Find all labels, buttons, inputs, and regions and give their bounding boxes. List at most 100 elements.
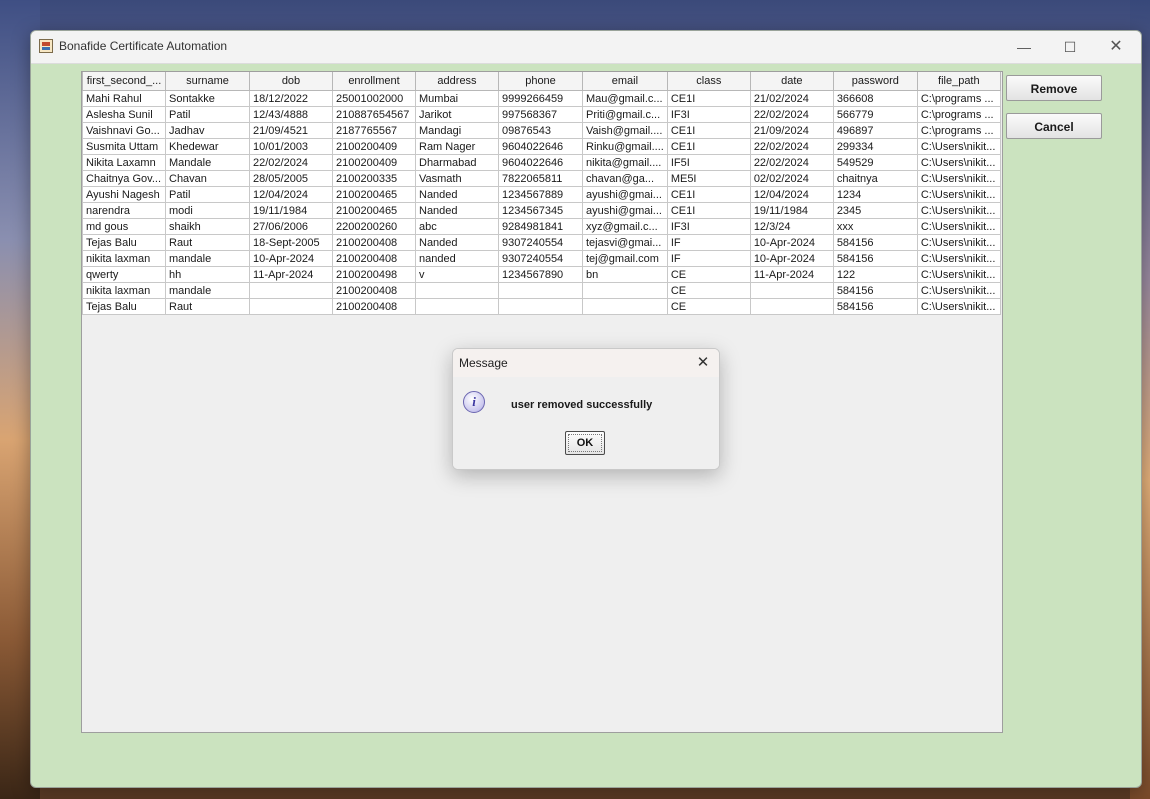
- table-cell[interactable]: [249, 298, 333, 315]
- table-cell[interactable]: CE: [666, 282, 751, 299]
- table-cell[interactable]: 584156: [832, 298, 918, 315]
- table-cell[interactable]: CE: [666, 298, 751, 315]
- table-cell[interactable]: 21/09/4521: [249, 122, 333, 139]
- table-cell[interactable]: IF: [666, 234, 751, 251]
- table-row[interactable]: narendra modi 19/11/1984 2100200465 Nanded 12…: [82, 202, 1001, 219]
- minimize-button[interactable]: —: [1001, 31, 1047, 63]
- table-cell[interactable]: Chavan: [165, 170, 250, 187]
- table-cell[interactable]: 122: [832, 266, 918, 283]
- column-header[interactable]: password: [832, 72, 918, 91]
- table-cell[interactable]: [498, 298, 583, 315]
- table-cell[interactable]: chaitnya: [832, 170, 918, 187]
- table-cell[interactable]: 18-Sept-2005: [249, 234, 333, 251]
- table-cell[interactable]: Tejas Balu: [82, 298, 166, 315]
- table-cell[interactable]: C:\Users\nikit...: [916, 298, 1001, 315]
- table-cell[interactable]: shaikh: [165, 218, 250, 235]
- table-cell[interactable]: C:\Users\nikit...: [916, 202, 1001, 219]
- table-row[interactable]: Chaitnya Gov... Chavan 28/05/2005 210020033…: [82, 170, 1001, 187]
- table-cell[interactable]: C:\Users\nikit...: [916, 138, 1001, 155]
- table-cell[interactable]: xyz@gmail.c...: [582, 218, 668, 235]
- table-cell[interactable]: 21/02/2024: [749, 90, 834, 107]
- column-header[interactable]: date: [749, 72, 834, 91]
- table-cell[interactable]: 566779: [832, 106, 918, 123]
- table-row[interactable]: Nikita Laxamn Mandale 22/02/2024 2100200409…: [82, 154, 1001, 171]
- table-cell[interactable]: IF3I: [666, 106, 751, 123]
- table-cell[interactable]: nikita laxman: [82, 282, 166, 299]
- column-header[interactable]: address: [415, 72, 499, 91]
- table-cell[interactable]: qwerty: [82, 266, 166, 283]
- table-cell[interactable]: CE1I: [666, 202, 751, 219]
- table-cell[interactable]: 584156: [832, 234, 918, 251]
- table-cell[interactable]: 11-Apr-2024: [249, 266, 333, 283]
- table-cell[interactable]: ayushi@gmai...: [582, 202, 668, 219]
- table-cell[interactable]: C:\Users\nikit...: [916, 170, 1001, 187]
- column-header[interactable]: email: [582, 72, 668, 91]
- column-header[interactable]: dob: [249, 72, 333, 91]
- table-row[interactable]: Ayushi Nagesh Patil 12/04/2024 2100200465 Na…: [82, 186, 1001, 203]
- table-cell[interactable]: Nikita Laxamn: [82, 154, 166, 171]
- table-cell[interactable]: ME5I: [666, 170, 751, 187]
- table-cell[interactable]: Raut: [165, 298, 250, 315]
- table-cell[interactable]: C:\Users\nikit...: [916, 234, 1001, 251]
- table-cell[interactable]: nikita laxman: [82, 250, 166, 267]
- table-cell[interactable]: Tejas Balu: [82, 234, 166, 251]
- table-cell[interactable]: 1234: [832, 186, 918, 203]
- table-cell[interactable]: md gous: [82, 218, 166, 235]
- table-cell[interactable]: Mandagi: [415, 122, 499, 139]
- table-cell[interactable]: 22/02/2024: [749, 138, 834, 155]
- table-cell[interactable]: [582, 282, 668, 299]
- table-cell[interactable]: mandale: [165, 282, 250, 299]
- table-cell[interactable]: Jadhav: [165, 122, 250, 139]
- table-row[interactable]: Aslesha Sunil Patil 12/43/4888 210887654567…: [82, 106, 1001, 123]
- table-cell[interactable]: [749, 282, 834, 299]
- table-row[interactable]: Tejas Balu Raut 2100200408 CE 584156 C:\Users…: [82, 298, 1001, 315]
- table-cell[interactable]: 7822065811: [498, 170, 583, 187]
- table-cell[interactable]: 12/3/24: [749, 218, 834, 235]
- table-cell[interactable]: 2100200465: [332, 202, 416, 219]
- table-cell[interactable]: 2100200408: [332, 282, 416, 299]
- table-cell[interactable]: Ayushi Nagesh: [82, 186, 166, 203]
- table-cell[interactable]: tejasvi@gmai...: [582, 234, 668, 251]
- table-cell[interactable]: Mandale: [165, 154, 250, 171]
- table-cell[interactable]: Mahi Rahul: [82, 90, 166, 107]
- table-cell[interactable]: v: [415, 266, 499, 283]
- table-cell[interactable]: 1234567889: [498, 186, 583, 203]
- table-cell[interactable]: IF3I: [666, 218, 751, 235]
- table-cell[interactable]: 12/04/2024: [249, 186, 333, 203]
- table-cell[interactable]: [498, 282, 583, 299]
- table-cell[interactable]: 19/11/1984: [249, 202, 333, 219]
- table-cell[interactable]: C:\programs ...: [916, 122, 1001, 139]
- table-cell[interactable]: nikita@gmail....: [582, 154, 668, 171]
- table-cell[interactable]: C:\Users\nikit...: [916, 186, 1001, 203]
- ok-button[interactable]: OK: [565, 431, 605, 455]
- table-cell[interactable]: 11-Apr-2024: [749, 266, 834, 283]
- table-row[interactable]: Mahi Rahul Sontakke 18/12/2022 25001002000 M…: [82, 90, 1001, 107]
- table-cell[interactable]: Dharmabad: [415, 154, 499, 171]
- table-cell[interactable]: CE1I: [666, 138, 751, 155]
- table-cell[interactable]: 2100200408: [332, 234, 416, 251]
- maximize-button[interactable]: ☐: [1047, 31, 1093, 63]
- table-cell[interactable]: Priti@gmail.c...: [582, 106, 668, 123]
- table-cell[interactable]: narendra: [82, 202, 166, 219]
- table-cell[interactable]: 549529: [832, 154, 918, 171]
- table-cell[interactable]: IF: [666, 250, 751, 267]
- table-cell[interactable]: 21/09/2024: [749, 122, 834, 139]
- table-cell[interactable]: 09876543: [498, 122, 583, 139]
- table-cell[interactable]: 584156: [832, 250, 918, 267]
- title-bar[interactable]: Bonafide Certificate Automation — ☐ ✕: [31, 31, 1141, 64]
- table-cell[interactable]: abc: [415, 218, 499, 235]
- table-cell[interactable]: C:\Users\nikit...: [916, 154, 1001, 171]
- table-cell[interactable]: 28/05/2005: [249, 170, 333, 187]
- table-cell[interactable]: 584156: [832, 282, 918, 299]
- table-cell[interactable]: C:\Users\nikit...: [916, 250, 1001, 267]
- column-header[interactable]: surname: [165, 72, 250, 91]
- table-cell[interactable]: 10-Apr-2024: [249, 250, 333, 267]
- table-cell[interactable]: 1234567890: [498, 266, 583, 283]
- table-cell[interactable]: Mumbai: [415, 90, 499, 107]
- table-cell[interactable]: Vaishnavi Go...: [82, 122, 166, 139]
- dialog-title-bar[interactable]: Message ✕: [453, 349, 719, 377]
- cancel-button[interactable]: Cancel: [1006, 113, 1102, 139]
- table-cell[interactable]: IF5I: [666, 154, 751, 171]
- table-cell[interactable]: Chaitnya Gov...: [82, 170, 166, 187]
- table-cell[interactable]: C:\Users\nikit...: [916, 282, 1001, 299]
